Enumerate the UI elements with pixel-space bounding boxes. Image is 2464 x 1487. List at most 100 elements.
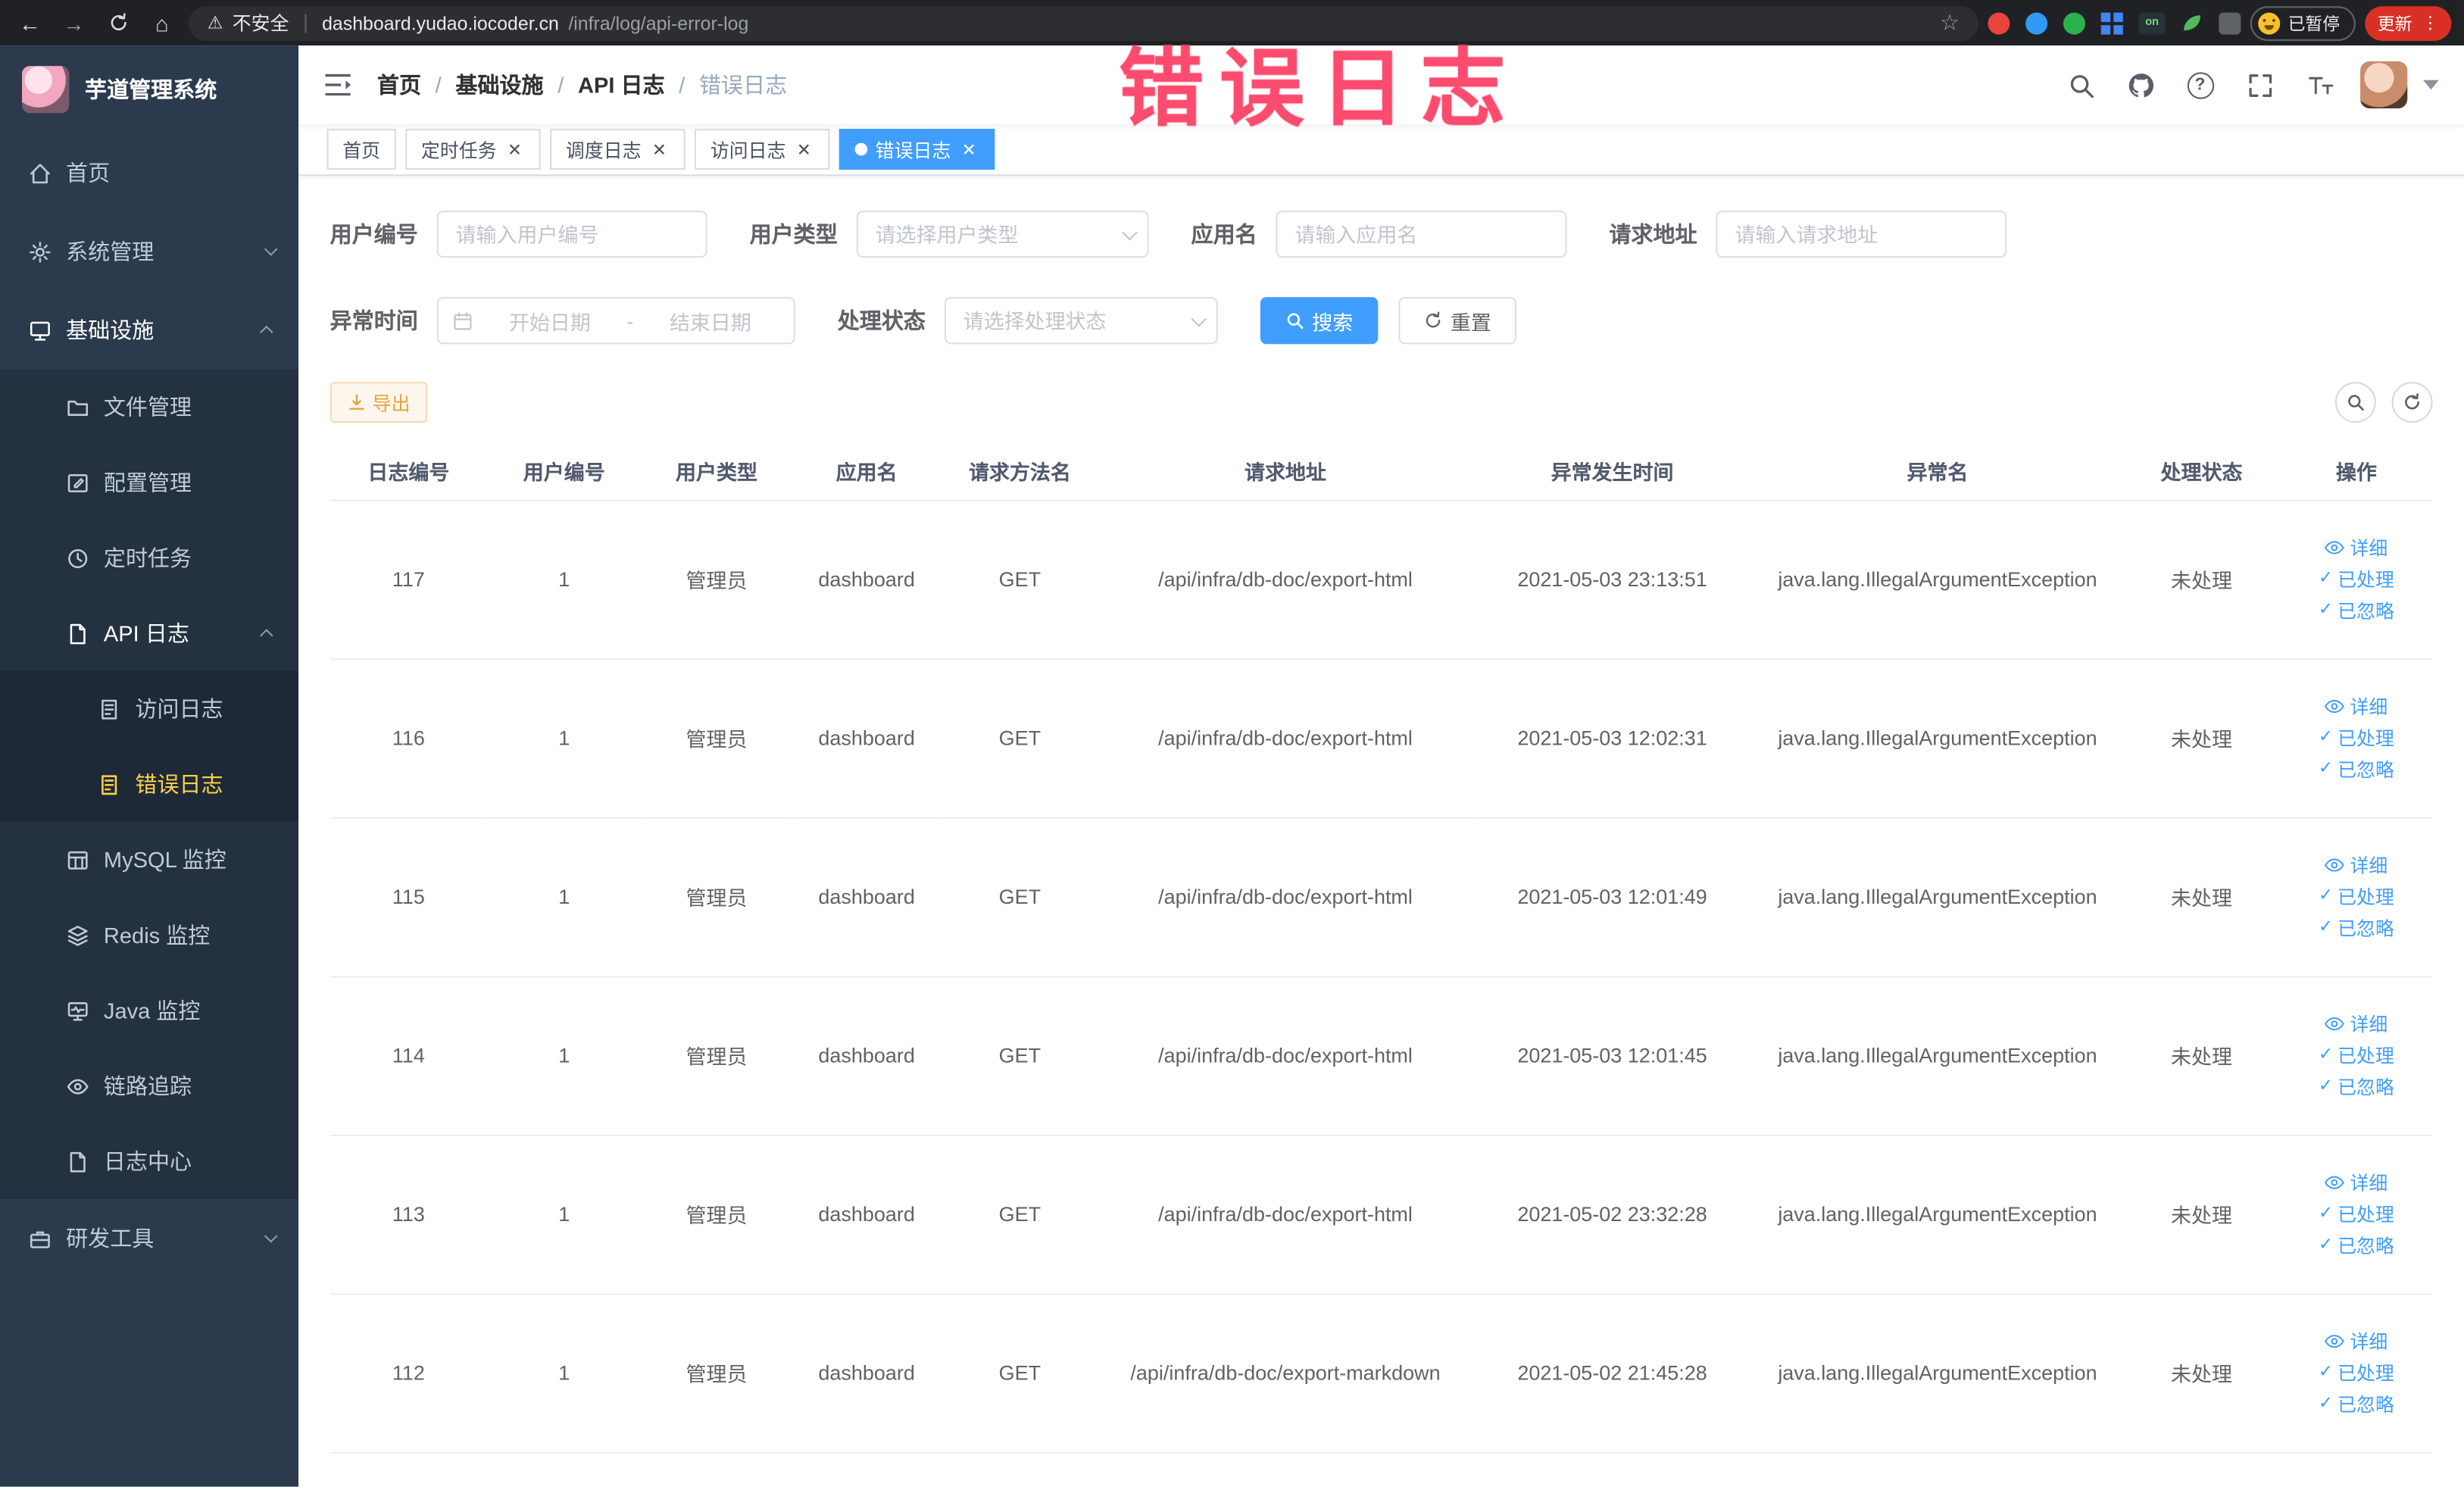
- exception-time-label: 异常时间: [329, 308, 418, 333]
- hamburger-icon[interactable]: [298, 45, 377, 124]
- col-user-id: 用户编号: [487, 443, 642, 501]
- browser-update-button[interactable]: 更新 ⋮: [2365, 5, 2452, 40]
- avatar-caret-icon[interactable]: [2423, 80, 2439, 90]
- mark-ignored-link[interactable]: ✓ 已忽略: [2319, 1232, 2394, 1258]
- detail-link[interactable]: 详细: [2325, 1170, 2387, 1196]
- tab-error-log[interactable]: 错误日志 ✕: [839, 129, 995, 170]
- tab-dispatch-log[interactable]: 调度日志 ✕: [550, 129, 685, 170]
- process-status-select-input[interactable]: [944, 297, 1218, 345]
- user-id-label: 用户编号: [329, 221, 418, 247]
- reload-button[interactable]: [101, 5, 136, 40]
- app-logo[interactable]: 芋道管理系统: [0, 45, 298, 133]
- back-button[interactable]: ←: [13, 5, 48, 40]
- detail-link[interactable]: 详细: [2325, 851, 2387, 878]
- sidebar-item-java-monitor[interactable]: Java 监控: [0, 973, 299, 1048]
- exception-time-range-picker[interactable]: 开始日期 - 结束日期: [436, 297, 795, 345]
- detail-link[interactable]: 详细: [2325, 1011, 2387, 1037]
- sidebar-item-infra[interactable]: 基础设施: [0, 291, 298, 370]
- mark-processed-link[interactable]: ✓ 已处理: [2319, 724, 2394, 751]
- request-url-input[interactable]: [1716, 210, 2007, 258]
- extension-icon-on[interactable]: on: [2138, 11, 2166, 34]
- user-avatar[interactable]: [2360, 61, 2408, 109]
- cell-app-name: dashboard: [792, 1293, 942, 1453]
- mark-processed-link[interactable]: ✓ 已处理: [2319, 1042, 2394, 1068]
- sidebar-item-scheduled-job[interactable]: 定时任务: [0, 520, 299, 596]
- breadcrumb-infra[interactable]: 基础设施: [455, 69, 543, 100]
- close-tab-icon[interactable]: ✕: [649, 139, 670, 160]
- mark-processed-link[interactable]: ✓ 已处理: [2319, 1201, 2394, 1227]
- reset-button[interactable]: 重置: [1398, 297, 1517, 345]
- extension-icon-grid[interactable]: [2100, 11, 2123, 34]
- browser-profile-button[interactable]: 已暂停: [2250, 5, 2356, 40]
- refresh-icon: [2405, 393, 2419, 410]
- user-type-select[interactable]: [856, 210, 1149, 258]
- github-button[interactable]: [2122, 66, 2160, 104]
- sidebar-item-mysql-monitor[interactable]: MySQL 监控: [0, 822, 299, 898]
- sidebar-item-redis-monitor[interactable]: Redis 监控: [0, 897, 299, 973]
- breadcrumb-api-log[interactable]: API 日志: [578, 69, 665, 100]
- mark-ignored-link[interactable]: ✓ 已忽略: [2319, 756, 2394, 783]
- mark-processed-link[interactable]: ✓ 已处理: [2319, 883, 2394, 910]
- forward-button[interactable]: →: [57, 5, 92, 40]
- mark-ignored-link[interactable]: ✓ 已忽略: [2319, 1391, 2394, 1417]
- log-document-icon: [101, 774, 117, 795]
- process-status-select[interactable]: [944, 297, 1218, 345]
- export-button[interactable]: 导出: [329, 382, 428, 423]
- sidebar-item-file-manage[interactable]: 文件管理: [0, 369, 299, 445]
- breadcrumb-home[interactable]: 首页: [377, 69, 421, 100]
- close-tab-icon[interactable]: ✕: [959, 139, 979, 160]
- app-name-input[interactable]: [1276, 210, 1567, 258]
- mark-ignored-link[interactable]: ✓ 已忽略: [2319, 914, 2394, 941]
- search-toggle-button[interactable]: [2334, 382, 2376, 423]
- text-size-icon: [2307, 76, 2333, 94]
- address-bar[interactable]: ⚠ 不安全 dashboard.yudao.iocoder.cn/infra/l…: [188, 5, 1978, 40]
- close-tab-icon[interactable]: ✕: [794, 139, 814, 160]
- mark-processed-link[interactable]: ✓ 已处理: [2319, 1360, 2394, 1386]
- mark-ignored-link[interactable]: ✓ 已忽略: [2319, 597, 2394, 623]
- user-type-select-input[interactable]: [856, 210, 1149, 258]
- sidebar-item-api-log[interactable]: API 日志: [0, 595, 299, 671]
- home-button[interactable]: ⌂: [145, 5, 180, 40]
- mark-processed-link[interactable]: ✓ 已处理: [2319, 566, 2394, 592]
- close-tab-icon[interactable]: ✕: [504, 139, 525, 160]
- sidebar-item-config-manage[interactable]: 配置管理: [0, 445, 299, 520]
- font-size-button[interactable]: [2300, 66, 2338, 104]
- eye-icon: [67, 1078, 89, 1094]
- extension-icon-leaf[interactable]: [2181, 12, 2203, 34]
- url-host: dashboard.yudao.iocoder.cn: [322, 11, 559, 34]
- table-row: 115 1 管理员 dashboard GET /api/infra/db-do…: [329, 817, 2433, 977]
- cell-method: GET: [941, 976, 1099, 1136]
- detail-link[interactable]: 详细: [2325, 1328, 2387, 1354]
- monitor-icon: [30, 320, 50, 340]
- fullscreen-button[interactable]: [2241, 66, 2278, 104]
- detail-link[interactable]: 详细: [2325, 693, 2387, 720]
- table-header-row: 日志编号 用户编号 用户类型 应用名 请求方法名 请求地址 异常发生时间 异常名…: [329, 443, 2433, 501]
- user-id-input[interactable]: [436, 210, 707, 258]
- extension-icon-plug[interactable]: [2219, 11, 2241, 34]
- tab-scheduled-job[interactable]: 定时任务 ✕: [405, 129, 541, 170]
- detail-link[interactable]: 详细: [2325, 534, 2387, 561]
- tab-access-log[interactable]: 访问日志 ✕: [695, 129, 830, 170]
- extension-icon-green[interactable]: [2063, 11, 2085, 34]
- search-button[interactable]: 搜索: [1260, 297, 1379, 345]
- extension-icon-drop[interactable]: [2025, 11, 2048, 34]
- address-divider: [304, 13, 307, 33]
- sidebar-item-trace[interactable]: 链路追踪: [0, 1048, 299, 1124]
- sidebar-item-home[interactable]: 首页: [0, 133, 298, 212]
- help-button[interactable]: ?: [2181, 66, 2219, 104]
- extension-icon-red[interactable]: [1988, 11, 2010, 34]
- header-search-button[interactable]: [2062, 66, 2100, 104]
- sidebar-item-log-center[interactable]: 日志中心: [0, 1123, 299, 1199]
- sidebar-item-dev-tools[interactable]: 研发工具: [0, 1199, 298, 1278]
- sidebar-item-error-log[interactable]: 错误日志: [0, 746, 299, 823]
- sidebar-item-system[interactable]: 系统管理: [0, 212, 298, 291]
- mark-ignored-link[interactable]: ✓ 已忽略: [2319, 1073, 2394, 1100]
- sidebar-item-access-log[interactable]: 访问日志: [0, 670, 299, 747]
- profile-avatar: [2258, 11, 2281, 34]
- refresh-table-button[interactable]: [2391, 382, 2433, 423]
- cell-exception-time: 2021-05-03 12:02:31: [1472, 658, 1753, 818]
- tab-home[interactable]: 首页: [326, 129, 396, 170]
- check-icon: ✓: [2318, 727, 2333, 747]
- error-log-table: 日志编号 用户编号 用户类型 应用名 请求方法名 请求地址 异常发生时间 异常名…: [329, 443, 2433, 1453]
- bookmark-star-icon[interactable]: ☆: [1940, 9, 1960, 36]
